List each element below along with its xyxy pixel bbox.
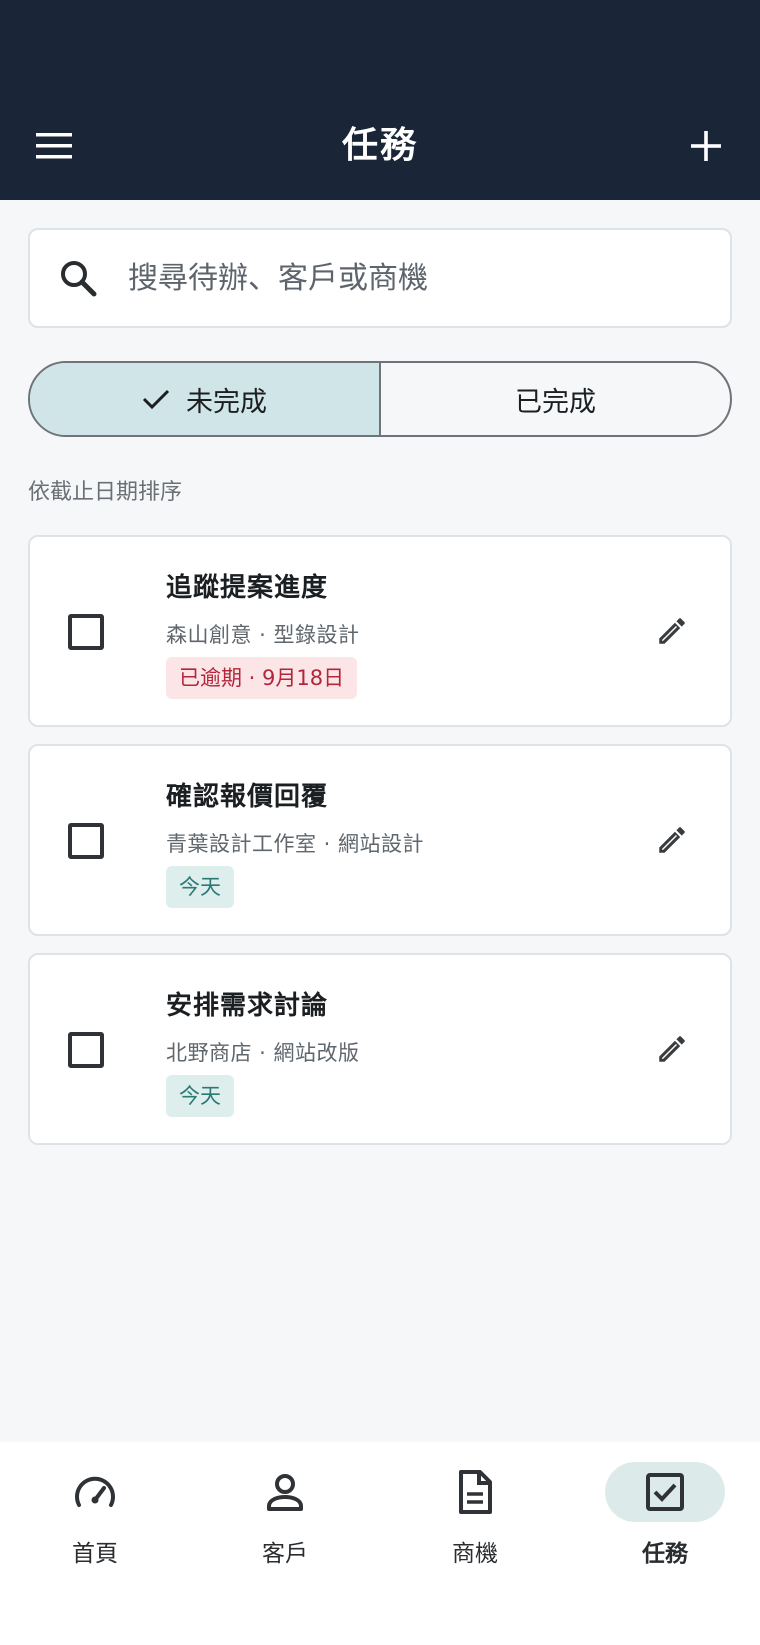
- checkbox-icon: [646, 1473, 684, 1511]
- nav-icon-wrap: [605, 1462, 725, 1522]
- sort-label: 依截止日期排序: [28, 480, 183, 505]
- task-card[interactable]: 確認報價回覆 青葉設計工作室 · 網站設計 今天: [28, 744, 732, 936]
- edit-task-button[interactable]: [652, 820, 692, 860]
- tab-completed-label: 已完成: [515, 386, 596, 418]
- app: 任務 未完成 已完成: [0, 0, 760, 1645]
- nav-label: 首頁: [72, 1541, 118, 1567]
- tab-completed[interactable]: 已完成: [381, 363, 730, 435]
- edit-task-button[interactable]: [652, 611, 692, 651]
- task-card[interactable]: 追蹤提案進度 森山創意 · 型錄設計 已逾期 · 9月18日: [28, 535, 732, 727]
- pencil-icon: [659, 618, 685, 644]
- due-badge: 今天: [166, 1075, 234, 1117]
- add-task-button[interactable]: [682, 122, 730, 170]
- due-badge: 已逾期 · 9月18日: [166, 657, 358, 699]
- tab-incomplete-label: 未完成: [186, 386, 267, 418]
- plus-icon: [691, 131, 721, 161]
- search-icon: [56, 256, 100, 300]
- nav-item-home[interactable]: 首頁: [0, 1442, 190, 1645]
- task-title: 安排需求討論: [166, 991, 329, 1021]
- task-subtitle: 青葉設計工作室 · 網站設計: [166, 832, 425, 856]
- page-title: 任務: [341, 125, 418, 166]
- task-checkbox[interactable]: [68, 614, 104, 650]
- nav-item-customers[interactable]: 客戶: [190, 1442, 380, 1645]
- app-header: 任務: [0, 0, 760, 200]
- search-input[interactable]: [128, 260, 688, 296]
- task-subtitle: 森山創意 · 型錄設計: [166, 623, 360, 647]
- tab-incomplete[interactable]: 未完成: [30, 363, 381, 435]
- search-bar[interactable]: [28, 228, 732, 328]
- task-card[interactable]: 安排需求討論 北野商店 · 網站改版 今天: [28, 953, 732, 1145]
- nav-icon-wrap: [415, 1462, 535, 1522]
- task-checkbox[interactable]: [68, 1032, 104, 1068]
- nav-icon-wrap: [35, 1462, 155, 1522]
- pencil-icon: [659, 827, 685, 853]
- nav-item-opportunities[interactable]: 商機: [380, 1442, 570, 1645]
- nav-item-tasks[interactable]: 任務: [570, 1442, 760, 1645]
- nav-label: 客戶: [262, 1541, 308, 1567]
- bottom-navigation: 首頁 客戶 商機 任務: [0, 1442, 760, 1645]
- task-title: 確認報價回覆: [166, 782, 329, 812]
- nav-icon-wrap: [225, 1462, 345, 1522]
- due-badge: 今天: [166, 866, 234, 908]
- pencil-icon: [659, 1036, 685, 1062]
- edit-task-button[interactable]: [652, 1029, 692, 1069]
- task-subtitle: 北野商店 · 網站改版: [166, 1041, 360, 1065]
- nav-label: 商機: [452, 1541, 498, 1567]
- document-icon: [459, 1470, 492, 1514]
- task-checkbox[interactable]: [68, 823, 104, 859]
- nav-label: 任務: [642, 1541, 688, 1567]
- task-list: 追蹤提案進度 森山創意 · 型錄設計 已逾期 · 9月18日 確認報價回覆 青葉…: [28, 535, 732, 1162]
- status-filter: 未完成 已完成: [28, 361, 732, 437]
- speedometer-icon: [75, 1476, 115, 1507]
- task-title: 追蹤提案進度: [166, 573, 329, 603]
- person-icon: [267, 1474, 303, 1511]
- checkmark-icon: [142, 388, 170, 410]
